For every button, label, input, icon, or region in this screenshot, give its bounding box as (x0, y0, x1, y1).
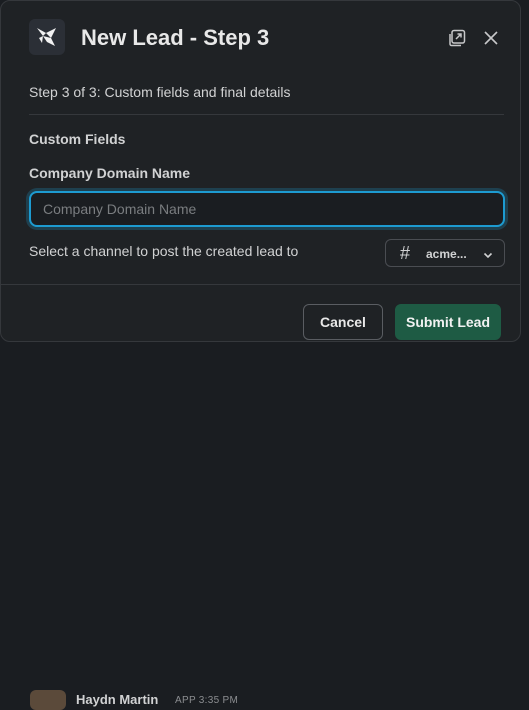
hash-icon: # (400, 243, 411, 263)
footer-divider (1, 284, 520, 285)
popout-icon[interactable] (447, 28, 467, 48)
channel-select[interactable]: # acme... (385, 239, 505, 267)
message-author: Haydn Martin (76, 692, 159, 707)
section-title: Custom Fields (29, 131, 126, 147)
new-lead-modal: New Lead - Step 3 Step 3 of 3: Custom fi… (0, 0, 521, 342)
company-domain-label: Company Domain Name (29, 165, 191, 181)
step-indicator: Step 3 of 3: Custom fields and final det… (29, 84, 291, 100)
company-domain-input[interactable] (29, 191, 505, 227)
chevron-down-icon (482, 248, 494, 260)
modal-title: New Lead - Step 3 (81, 25, 270, 50)
channel-select-label: Select a channel to post the created lea… (29, 243, 299, 259)
cancel-button[interactable]: Cancel (303, 304, 383, 340)
lead-app-icon (29, 19, 65, 55)
modal-header: New Lead - Step 3 (1, 1, 520, 77)
submit-lead-button[interactable]: Submit Lead (395, 304, 501, 340)
divider (29, 114, 504, 115)
close-icon[interactable] (481, 28, 501, 48)
avatar (30, 690, 66, 710)
message-meta: APP 3:35 PM (175, 695, 239, 706)
channel-selected-value: acme... (426, 247, 467, 261)
background-message-strip: Haydn Martin APP 3:35 PM (0, 338, 529, 710)
